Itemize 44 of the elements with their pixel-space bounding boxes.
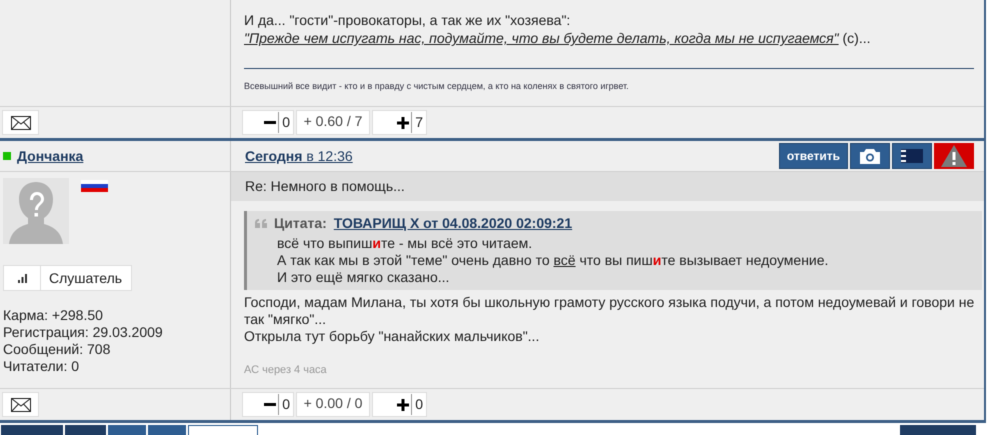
rating-score: + 0.00 / 0 [296,392,370,417]
user-stat: Регистрация: 29.03.2009 [3,324,164,341]
author-name[interactable]: Дончанка [17,146,84,166]
list-button[interactable] [892,143,932,169]
message-button[interactable] [2,392,39,417]
list-icon [901,149,923,163]
vote-down-button[interactable]: 0 [242,110,294,135]
quote-source-link[interactable]: ТОВАРИЩ Х от 04.08.2020 02:09:21 [334,214,572,232]
envelope-icon [10,398,30,412]
vote-down-button[interactable]: 0 [242,392,294,417]
photo-button[interactable] [850,143,890,169]
warning-icon [941,145,967,167]
user-stat: Сообщений: 708 [3,341,112,358]
avatar-placeholder-icon [3,178,69,244]
quote-text: А так как мы в этой "теме" очень давно то всё что вы пишите вызывает недоумение. [277,252,830,269]
message-button[interactable] [2,110,39,135]
post-text: И да... "гости"-провокаторы, а так же их "хозяева": [244,11,572,29]
user-stat: Карма: +298.50 [3,307,104,324]
plus-icon [397,398,410,410]
post-text: Господи, мадам Милана, ты хотя бы школьную грамоту русского языка подучи, а потом недоумевай и говори не так "мягко"... [244,294,976,328]
rating-score: + 0.60 / 7 [296,110,370,135]
post-text: Открыла тут борьбу "нанайских мальчиков"... [244,328,540,345]
vote-up-button[interactable]: 0 [372,392,427,417]
plus-icon [397,116,410,128]
report-button[interactable] [934,143,974,169]
russia-flag-icon [81,180,108,192]
minus-icon [264,403,276,406]
quote-text: И это ещё мягко сказано... [277,269,450,286]
quote-label: Цитата: [274,214,327,232]
minus-icon [264,121,276,124]
envelope-icon [10,116,30,130]
post-subject: Re: Немного в помощь... [231,172,984,201]
post-text: "Прежде чем испугать нас, подумайте, что вы будете делать, когда мы не испугаемся" (c)... [244,29,872,47]
reply-button[interactable]: ответить [778,143,848,169]
camera-icon [860,148,880,164]
signal-bars-icon [18,274,26,282]
user-stat: Читатели: 0 [3,358,80,375]
user-rank: Слушатель [48,268,124,288]
quote-text: всё что выпишите - мы всё это читаем. [277,235,534,252]
quote-marks-icon [255,218,267,228]
post-date[interactable]: Сегодня в 12:36 [245,146,353,166]
signature: Всевышний все видит - кто и в правду с чистым сердцем, а кто на коленях в святого игрвет. [244,80,630,93]
vote-up-button[interactable]: 7 [372,110,427,135]
edit-note: АС через 4 часа [244,363,328,378]
